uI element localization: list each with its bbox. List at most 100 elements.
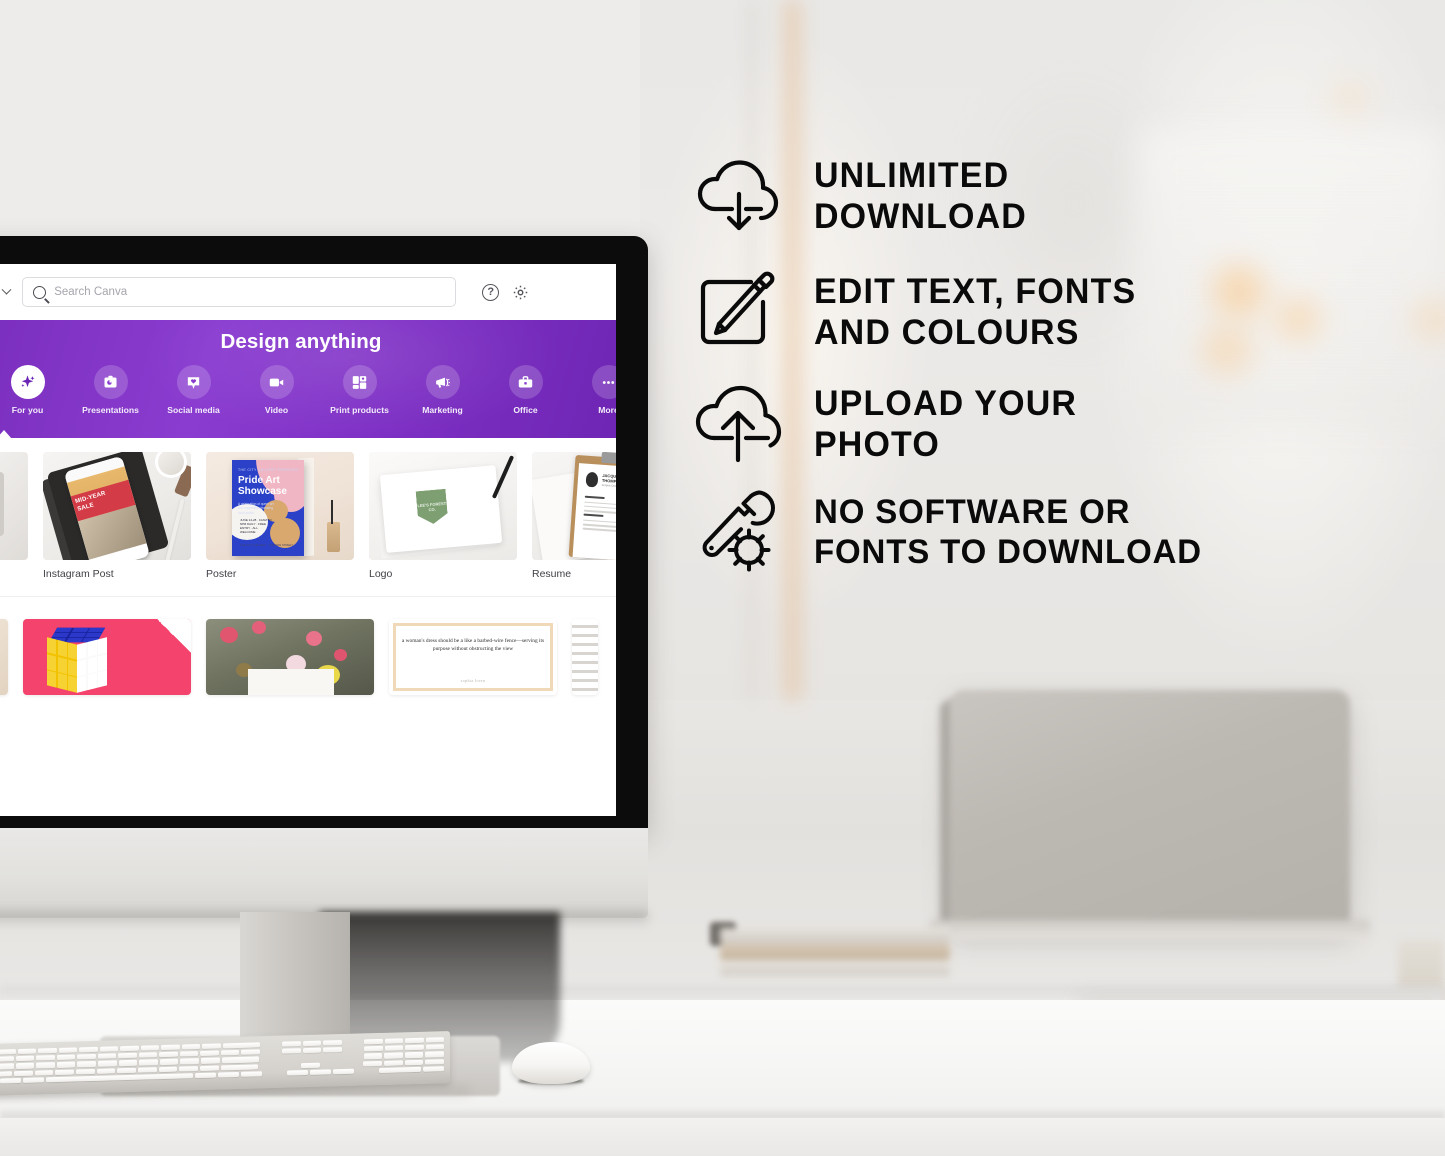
template-card-flowers[interactable] (206, 619, 374, 695)
category-office[interactable]: Office (484, 365, 567, 415)
filmstrip (572, 619, 598, 695)
poster-title-line-2: Showcase (238, 485, 287, 497)
category-print-products[interactable]: Print products (318, 365, 401, 415)
template-card[interactable] (0, 452, 28, 580)
template-label: Instagram Post (43, 568, 114, 580)
poster-title-line-1: Pride Art (238, 475, 280, 486)
clipboard: JACQUELINE THOMPSON Graphic Designer (568, 452, 616, 560)
canva-hero-banner: Design anything For you (0, 320, 616, 438)
template-label: Poster (206, 568, 237, 580)
feature-line-2: AND COLOURS (814, 313, 1080, 352)
category-label: Presentations (82, 405, 139, 415)
feature-list: UNLIMITED DOWNLOAD EDIT TEXT, FONTS AND … (690, 150, 1390, 578)
search-input[interactable]: Search Canva (22, 277, 457, 307)
poster-artwork: THE CITY GALLERY PRESENTS Pride Art Show… (232, 460, 304, 556)
resume-column (582, 495, 616, 535)
monitor-chin (0, 828, 648, 918)
cube-face-left (47, 637, 77, 693)
flower (252, 621, 266, 634)
feature-line-2: PHOTO (814, 425, 940, 464)
template-card-poster[interactable]: THE CITY GALLERY PRESENTS Pride Art Show… (206, 452, 354, 580)
template-thumbnail: THE CITY GALLERY PRESENTS Pride Art Show… (206, 452, 354, 560)
feature-line-1: UPLOAD YOUR (814, 384, 1078, 423)
resume-text-line (583, 519, 616, 524)
feature-line-2: FONTS TO DOWNLOAD (814, 533, 1202, 571)
laptop (950, 690, 1350, 930)
feature-text: UPLOAD YOUR PHOTO (814, 383, 1077, 465)
cloud-download-icon (690, 150, 788, 242)
pricing-menu[interactable]: Pricing (0, 284, 12, 299)
category-icon-bubble (93, 365, 128, 399)
template-card-quote[interactable]: a woman's dress should be a like a barbe… (389, 619, 557, 695)
template-card[interactable] (572, 619, 598, 695)
feature-text: UNLIMITED DOWNLOAD (814, 155, 1027, 237)
resume-text-line (583, 509, 616, 514)
template-label: Resume (532, 568, 572, 580)
resume-text-line (584, 501, 616, 506)
category-label: Marketing (422, 405, 463, 415)
book (720, 960, 950, 976)
quote-attribution: sophia loren (460, 678, 486, 683)
template-card-cube[interactable] (23, 619, 191, 695)
resume-monogram (585, 471, 599, 488)
category-row: For you Presentations Social media Video… (0, 354, 616, 415)
book (720, 928, 950, 944)
template-row-2: a woman's dress should be a like a barbe… (0, 597, 616, 695)
feature-edit-text-fonts-colours: EDIT TEXT, FONTS AND COLOURS (690, 266, 1390, 358)
presentation-icon (104, 375, 117, 387)
poster-title: Pride Art Showcase (238, 475, 287, 497)
brush-cup (327, 500, 340, 552)
template-card-resume[interactable]: JACQUELINE THOMPSON Graphic Designer Res… (532, 452, 616, 580)
category-icon-bubble (176, 365, 211, 399)
category-social-media[interactable]: Social media (152, 365, 235, 415)
video-camera-icon (269, 378, 284, 386)
template-card-logo[interactable]: LEE'S FOREST CO. Logo (369, 452, 517, 580)
category-marketing[interactable]: Marketing (401, 365, 484, 415)
category-icon-bubble (591, 365, 616, 399)
poster-footer: THE CITY GALLERY · 128 MAIN STREET (240, 543, 294, 548)
template-card[interactable] (0, 619, 8, 695)
category-label: Social media (167, 405, 220, 415)
search-placeholder: Search Canva (54, 286, 128, 298)
rubiks-cube (47, 625, 109, 693)
print-products-icon (352, 375, 367, 389)
briefcase-icon (518, 375, 533, 387)
gear-icon[interactable] (512, 284, 529, 301)
template-thumbnail: MID-YEAR SALE (43, 452, 191, 560)
feature-line-1: EDIT TEXT, FONTS (814, 272, 1137, 311)
resume-text-line (582, 527, 616, 532)
feature-unlimited-download: UNLIMITED DOWNLOAD (690, 150, 1390, 242)
category-icon-bubble (259, 365, 294, 399)
monitor-screen: Pricing Search Canva ? Design anythi (0, 264, 616, 816)
resume-text-line (584, 505, 616, 510)
resume-sheet: JACQUELINE THOMPSON Graphic Designer (572, 463, 616, 560)
poster-eyebrow: THE CITY GALLERY PRESENTS (238, 468, 300, 472)
megaphone-icon (436, 377, 450, 388)
category-icon-bubble (342, 365, 377, 399)
ellipsis-icon (602, 380, 615, 384)
imac-computer: Pricing Search Canva ? Design anythi (0, 236, 648, 1096)
category-presentations[interactable]: Presentations (69, 365, 152, 415)
template-thumbnail: LEE'S FOREST CO. (369, 452, 517, 560)
template-card-instagram-post[interactable]: MID-YEAR SALE Instagram Post (43, 452, 191, 580)
template-label: Logo (369, 568, 393, 580)
category-icon-bubble (425, 365, 460, 399)
feature-text: EDIT TEXT, FONTS AND COLOURS (814, 271, 1136, 353)
heart-pin-icon (187, 376, 200, 389)
chevron-down-icon (1, 284, 12, 295)
stacked-books (720, 928, 950, 982)
sparkle-icon (21, 374, 35, 387)
thumbnail-shape (0, 472, 4, 536)
category-label: For you (11, 405, 44, 415)
category-for-you[interactable]: For you (0, 365, 69, 415)
corner-fold (157, 619, 191, 653)
laptop-base (930, 920, 1370, 940)
template-thumbnail: JACQUELINE THOMPSON Graphic Designer (532, 452, 616, 560)
resume-heading-line (584, 495, 606, 500)
resume-name: JACQUELINE THOMPSON (602, 473, 616, 485)
feature-upload-your-photo: UPLOAD YOUR PHOTO (690, 378, 1390, 470)
clipboard-clip (601, 452, 616, 466)
category-more[interactable]: More (567, 365, 616, 415)
category-video[interactable]: Video (235, 365, 318, 415)
help-circle-icon[interactable]: ? (482, 283, 500, 301)
